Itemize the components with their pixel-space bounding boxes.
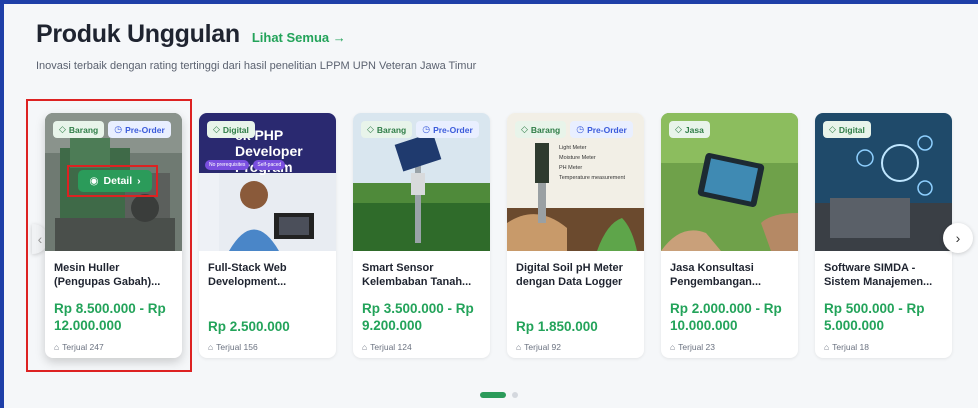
product-image: ◇ Barang ◷ Pre-Order — [353, 113, 490, 251]
product-card[interactable]: ◇ Barang ◷ Pre-Order Smart Sensor Kelembab… — [353, 113, 490, 358]
section-subtitle: Inovasi terbaik dengan rating tertinggi … — [36, 60, 477, 72]
product-name: Jasa Konsultasi Pengembangan... — [670, 262, 762, 288]
product-card[interactable]: ◇ Jasa Jasa Konsultasi Pengembangan... Rp… — [661, 113, 798, 358]
pagination-dot[interactable] — [512, 392, 518, 398]
tag-icon: ◇ — [521, 124, 528, 134]
product-card[interactable]: ck PHP Developer Program No prerequisite… — [199, 113, 336, 358]
tag-icon: ◇ — [367, 124, 374, 134]
product-badges: ◇ Digital — [823, 121, 871, 138]
product-badges: ◇ Barang ◷ Pre-Order — [515, 121, 633, 138]
bag-icon: ⌂ — [362, 342, 368, 352]
product-image: ◇ Digital — [815, 113, 952, 251]
chevron-right-icon: › — [955, 230, 961, 246]
sold-count: ⌂ Terjual 18 — [824, 342, 869, 352]
product-card[interactable]: ◇ Digital Software SIMDA - Sistem Manajem… — [815, 113, 952, 358]
section-title: Produk Unggulan — [36, 20, 240, 48]
product-name: Smart Sensor Kelembaban Tanah... — [362, 262, 472, 288]
product-name: Digital Soil pH Meter dengan Data Logger — [516, 262, 623, 288]
product-price: Rp 3.500.000 - Rp 9.200.000 — [362, 301, 474, 333]
preorder-badge: ◷ Pre-Order — [416, 121, 479, 138]
section-header: Produk Unggulan Lihat Semua → — [36, 20, 346, 49]
product-image: ck PHP Developer Program No prerequisite… — [199, 113, 336, 251]
clock-icon: ◷ — [422, 124, 431, 134]
bag-icon: ⌂ — [516, 342, 522, 352]
bag-icon: ⌂ — [670, 342, 676, 352]
category-badge: ◇ Digital — [207, 121, 255, 138]
category-badge: ◇ Barang — [515, 121, 567, 138]
product-name: Software SIMDA - Sistem Manajemen... — [824, 262, 933, 288]
tag-icon: ◇ — [213, 124, 220, 134]
product-price: Rp 1.850.000 — [516, 319, 598, 334]
category-badge: ◇ Jasa — [669, 121, 710, 138]
bag-icon: ⌂ — [824, 342, 830, 352]
product-name: Full-Stack Web Development... — [208, 262, 287, 288]
tag-icon: ◇ — [675, 124, 682, 134]
product-card[interactable]: Light Meter Moisture Meter PH Meter Temp… — [507, 113, 644, 358]
clock-icon: ◷ — [576, 124, 585, 134]
product-image: ◇ Jasa — [661, 113, 798, 251]
selected-card-highlight — [26, 99, 192, 372]
sold-count: ⌂ Terjual 156 — [208, 342, 258, 352]
category-badge: ◇ Barang — [361, 121, 413, 138]
sold-count: ⌂ Terjual 23 — [670, 342, 715, 352]
sold-count: ⌂ Terjual 124 — [362, 342, 412, 352]
product-price: Rp 2.500.000 — [208, 319, 290, 334]
meter-labels: Light Meter Moisture Meter PH Meter Temp… — [559, 145, 626, 181]
preorder-badge: ◷ Pre-Order — [570, 121, 633, 138]
sold-count: ⌂ Terjual 92 — [516, 342, 561, 352]
tag-icon: ◇ — [829, 124, 836, 134]
see-all-link[interactable]: Lihat Semua → — [252, 30, 346, 45]
pagination-dot-active[interactable] — [480, 392, 506, 398]
carousel-pagination — [480, 392, 518, 398]
product-price: Rp 500.000 - Rp 5.000.000 — [824, 301, 925, 333]
banner-tags: No prerequisites Self-paced — [205, 160, 286, 170]
product-badges: ◇ Jasa — [669, 121, 710, 138]
category-badge: ◇ Digital — [823, 121, 871, 138]
bag-icon: ⌂ — [208, 342, 214, 352]
product-badges: ◇ Digital — [207, 121, 255, 138]
product-badges: ◇ Barang ◷ Pre-Order — [361, 121, 479, 138]
product-image: Light Meter Moisture Meter PH Meter Temp… — [507, 113, 644, 251]
product-price: Rp 2.000.000 - Rp 10.000.000 — [670, 301, 782, 333]
carousel-next-button[interactable]: › — [943, 223, 973, 253]
